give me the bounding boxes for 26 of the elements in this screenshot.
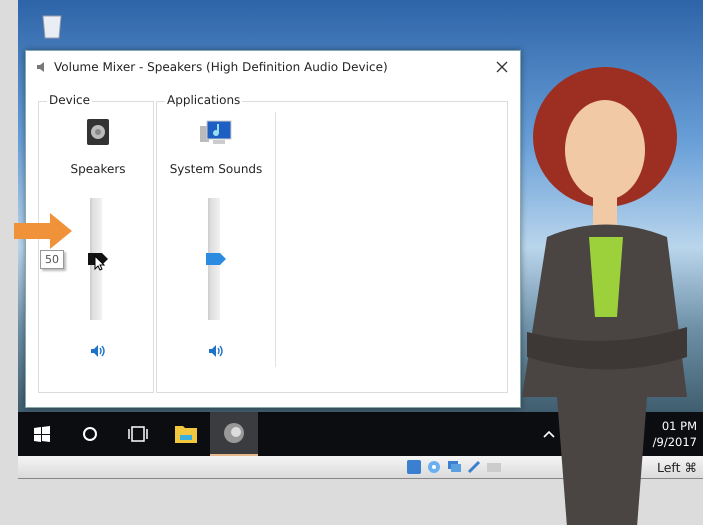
group-heading: Device — [47, 93, 92, 107]
clock-time[interactable]: 01 PM — [662, 418, 697, 434]
task-view-icon[interactable] — [127, 426, 149, 442]
active-taskbar-button[interactable] — [210, 412, 258, 456]
window-title: Volume Mixer - Speakers (High Definition Audio Device) — [54, 60, 389, 74]
host-key-label: Left ⌘ — [657, 460, 697, 474]
mouse-cursor-icon — [94, 255, 105, 271]
clock-date[interactable]: /9/2017 — [652, 434, 697, 450]
volume-tooltip: 50 — [40, 250, 64, 269]
channel-name: System Sounds — [170, 162, 262, 176]
network-icon[interactable] — [447, 460, 461, 474]
volume-slider-track[interactable] — [208, 198, 220, 320]
speaker-icon[interactable] — [208, 344, 224, 358]
speaker-icon[interactable] — [90, 344, 106, 358]
windows-logo-icon[interactable] — [34, 426, 50, 442]
slider-thumb[interactable] — [206, 253, 226, 265]
speaker-icon — [222, 421, 246, 445]
speaker-icon — [36, 61, 46, 73]
speaker-box-icon — [86, 118, 110, 146]
search-icon[interactable] — [82, 426, 98, 442]
pointer-arrow-drawing — [14, 213, 72, 249]
usb-icon[interactable] — [467, 460, 481, 474]
group-heading: Applications — [165, 93, 242, 107]
close-icon — [496, 60, 508, 72]
channel-name: Speakers — [70, 162, 126, 176]
caret-icon[interactable] — [542, 430, 555, 438]
